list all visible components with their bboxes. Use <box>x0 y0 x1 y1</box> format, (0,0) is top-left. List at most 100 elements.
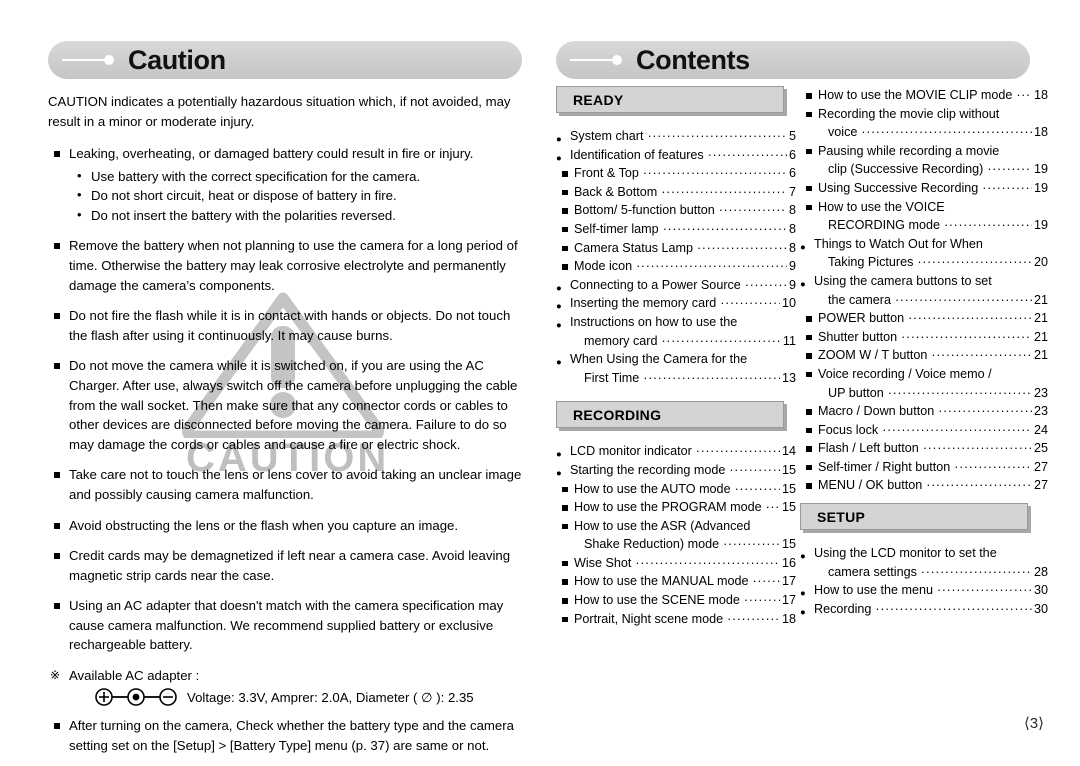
toc-entry[interactable]: How to use the menu·····················… <box>800 581 1048 603</box>
toc-entry-label: camera settings <box>828 564 917 579</box>
toc-entry[interactable]: Pausing while recording a movie <box>800 142 1048 161</box>
caution-item: Credit cards may be demagnetized if left… <box>48 546 526 585</box>
toc-entry[interactable]: the camera ······························… <box>800 291 1048 310</box>
toc-page-number: 21 <box>1033 311 1048 326</box>
toc-entry-label: How to use the SCENE mode <box>574 593 740 608</box>
toc-entry[interactable]: System chart····························… <box>556 127 796 149</box>
contents-header-bar: Contents <box>556 41 1030 79</box>
toc-entry[interactable]: Recording·······························… <box>800 600 1048 622</box>
toc-entry[interactable]: RECORDING mode··························… <box>800 216 1048 235</box>
toc-entry[interactable]: Flash / Left button ·····················… <box>800 439 1048 458</box>
toc-entry[interactable]: Inserting the memory card···············… <box>556 294 796 316</box>
toc-entry[interactable]: clip (Successive Recording)·············… <box>800 160 1048 179</box>
toc-entry[interactable]: How to use the PROGRAM mode·············… <box>556 498 796 517</box>
ac-adapter-note-text: Available AC adapter : <box>69 668 200 684</box>
toc-entry[interactable]: MENU / OK button························… <box>800 476 1048 495</box>
pin-line-icon <box>570 54 622 66</box>
toc-entry[interactable]: LCD monitor indicator···················… <box>556 442 796 464</box>
toc-entry[interactable]: Connecting to a Power Source············… <box>556 276 796 298</box>
toc-entry[interactable]: Using the LCD monitor to set the <box>800 544 1048 566</box>
caution-subitem: Do not short circuit, heat or dispose of… <box>69 185 526 206</box>
toc-entry[interactable]: Camera Status Lamp ······················… <box>556 239 796 258</box>
toc-entry[interactable]: How to use the MANUAL mode··············… <box>556 572 796 591</box>
toc-entry[interactable]: Shutter button ··························… <box>800 328 1048 347</box>
toc-entry[interactable]: Voice recording / Voice memo / <box>800 365 1048 384</box>
section-header-ready: READY <box>556 86 784 113</box>
toc-leader-dots: ········································… <box>744 277 787 292</box>
toc-entry[interactable]: Wise Shot·······························… <box>556 554 796 573</box>
toc-entry-label: Identification of features <box>570 147 704 162</box>
toc-entry[interactable]: voice ···································… <box>800 123 1048 142</box>
toc-entry-label: When Using the Camera for the <box>570 352 748 367</box>
toc-leader-dots: ········································… <box>729 462 780 477</box>
toc-leader-dots: ········································… <box>987 162 1032 177</box>
toc-page-number: 15 <box>781 500 796 515</box>
toc-entry[interactable]: How to use the SCENE mode···············… <box>556 591 796 610</box>
toc-page-number: 13 <box>781 370 796 385</box>
toc-entry[interactable]: How to use the MOVIE CLIP mode··········… <box>800 86 1048 105</box>
toc-page-number: 6 <box>788 166 796 181</box>
toc-page-number: 14 <box>781 444 796 459</box>
toc-entry[interactable]: How to use the ASR (Advanced <box>556 517 796 536</box>
toc-page-number: 21 <box>1033 292 1048 307</box>
toc-entry[interactable]: Identification of features··············… <box>556 146 796 168</box>
caution-list: Leaking, overheating, or damaged battery… <box>48 144 526 655</box>
section-header-setup: SETUP <box>800 503 1028 531</box>
section-label: RECORDING <box>573 406 662 423</box>
toc-entry[interactable]: ZOOM W / T button·······················… <box>800 346 1048 365</box>
toc-entry-label: Bottom/ 5-function button <box>574 203 715 218</box>
toc-leader-dots: ········································… <box>723 537 780 552</box>
toc-entry[interactable]: Things to Watch Out for When <box>800 235 1048 257</box>
toc-leader-dots: ········································… <box>895 292 1032 307</box>
caution-item: Do not move the camera while it is switc… <box>48 356 526 454</box>
toc-entry[interactable]: How to use the VOICE <box>800 198 1048 217</box>
toc-leader-dots: ········································… <box>695 444 780 459</box>
toc-entry[interactable]: POWER button····························… <box>800 309 1048 328</box>
toc-entry-label: Macro / Down button <box>818 404 935 419</box>
toc-page-number: 15 <box>781 481 796 496</box>
toc-entry-label: the camera <box>828 292 891 307</box>
toc-entry-label: Inserting the memory card <box>570 296 717 311</box>
toc-entry[interactable]: Recording the movie clip without <box>800 105 1048 124</box>
toc-entry[interactable]: UP button·······························… <box>800 384 1048 403</box>
toc-page-number: 25 <box>1033 441 1048 456</box>
toc-entry[interactable]: Macro / Down button·····················… <box>800 402 1048 421</box>
toc-leader-dots: ········································… <box>937 583 1032 598</box>
caution-item: Leaking, overheating, or damaged battery… <box>48 144 526 225</box>
toc-entry[interactable]: Mode icon ·······························… <box>556 257 796 276</box>
toc-page-number: 24 <box>1033 422 1048 437</box>
toc-entry[interactable]: Using the camera buttons to set <box>800 272 1048 294</box>
toc-entry[interactable]: Taking Pictures·························… <box>800 253 1048 272</box>
caution-item-text: Using an AC adapter that doesn't match w… <box>69 598 504 653</box>
toc-entry[interactable]: Starting the recording mode·············… <box>556 461 796 483</box>
caution-subitem-list: Use battery with the correct specificati… <box>69 166 526 226</box>
toc-entry[interactable]: First Time ······························… <box>556 369 796 388</box>
toc-entry[interactable]: Bottom/ 5-function button ···············… <box>556 201 796 220</box>
toc-entry-label: Back & Bottom <box>574 184 658 199</box>
toc-entry[interactable]: Using Successive Recording··············… <box>800 179 1048 198</box>
toc-leader-dots: ········································… <box>642 166 787 181</box>
page-title-caution: Caution <box>128 44 226 75</box>
toc-entry[interactable]: Instructions on how to use the <box>556 313 796 335</box>
toc-leader-dots: ········································… <box>938 404 1032 419</box>
toc-entry[interactable]: Self-timer lamp ·························… <box>556 220 796 239</box>
toc-page-number: 6 <box>788 147 796 162</box>
toc-entry[interactable]: Self-timer / Right button ···············… <box>800 458 1048 477</box>
toc-leader-dots: ········································… <box>901 329 1032 344</box>
toc-list-ready: System chart····························… <box>556 127 796 387</box>
contents-column-left: READY System chart······················… <box>556 86 796 628</box>
toc-entry-label: Front & Top <box>574 166 639 181</box>
toc-entry-label: Self-timer / Right button <box>818 459 951 474</box>
toc-entry[interactable]: camera settings·························… <box>800 563 1048 582</box>
toc-entry-label: clip (Successive Recording) <box>828 162 984 177</box>
toc-entry[interactable]: When Using the Camera for the <box>556 350 796 372</box>
caution-item-text: Do not move the camera while it is switc… <box>69 358 518 452</box>
toc-entry[interactable]: Back & Bottom···························… <box>556 183 796 202</box>
toc-entry[interactable]: memory card·····························… <box>556 332 796 351</box>
toc-entry[interactable]: Focus lock ······························… <box>800 421 1048 440</box>
toc-entry[interactable]: Portrait, Night scene mode··············… <box>556 610 796 629</box>
toc-entry[interactable]: How to use the AUTO mode················… <box>556 480 796 499</box>
ac-adapter-spec-row: Voltage: 3.3V, Amprer: 2.0A, Diameter ( … <box>48 688 526 708</box>
toc-entry[interactable]: Shake Reduction) mode···················… <box>556 535 796 554</box>
toc-entry[interactable]: Front & Top ·····························… <box>556 164 796 183</box>
